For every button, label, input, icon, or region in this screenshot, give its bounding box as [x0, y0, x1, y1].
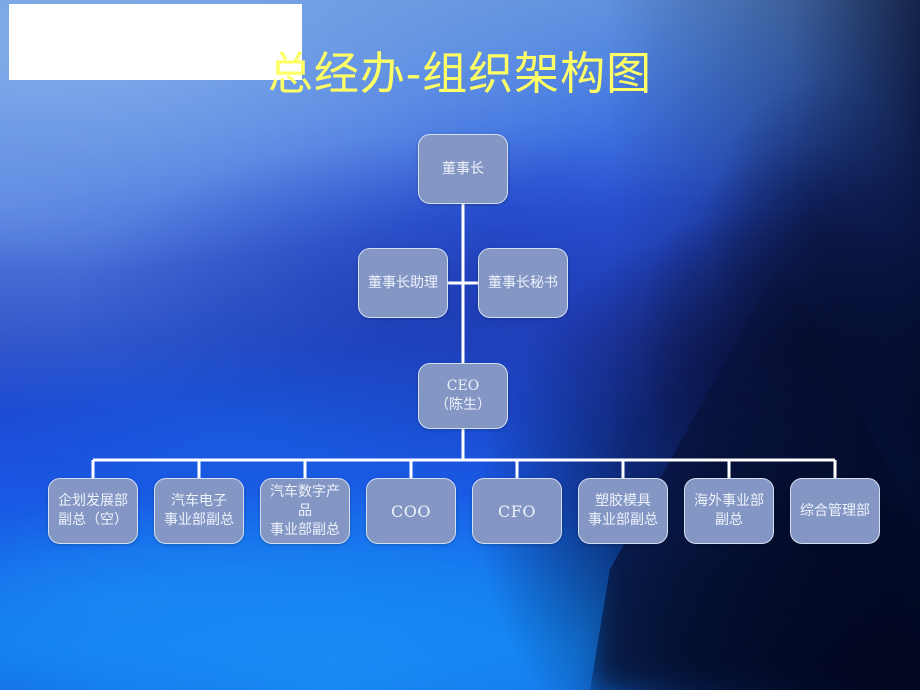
org-node-plastic-mold[interactable]: 塑胶模具 事业部副总: [578, 478, 668, 544]
org-node-overseas[interactable]: 海外事业部 副总: [684, 478, 774, 544]
org-node-label: COO: [391, 501, 431, 521]
org-node-auto-elec[interactable]: 汽车电子 事业部副总: [154, 478, 244, 544]
connector-lines: [91, 204, 837, 478]
org-node-label: 董事长秘书: [488, 274, 558, 291]
org-node-label: 汽车电子 事业部副总: [164, 493, 234, 528]
org-node-auto-digital[interactable]: 汽车数字产品 事业部副总: [260, 478, 350, 544]
org-node-chairman[interactable]: 董事长: [418, 134, 508, 204]
org-node-chair-sec[interactable]: 董事长秘书: [478, 248, 568, 318]
org-node-label: 企划发展部 副总（空）: [58, 493, 128, 528]
org-node-label: 董事长: [442, 160, 484, 177]
org-node-label: 海外事业部 副总: [694, 493, 764, 528]
org-node-cfo[interactable]: CFO: [472, 478, 562, 544]
slide-canvas: 总经办-组织架构图 董事长 董事长助理 董事长秘书 CEO （陈生） 企划发展部 副总（空）…: [0, 0, 920, 690]
org-node-label: 董事长助理: [368, 274, 438, 291]
organization-chart: 董事长董事长助理 董事长秘书 CEO （陈生） 企划发展部 副总（空） 汽车电子 事业部副总 汽…: [0, 0, 920, 690]
org-node-label: CEO （陈生）: [435, 378, 491, 413]
org-node-ceo[interactable]: CEO （陈生）: [418, 363, 508, 429]
org-node-label: 塑胶模具 事业部副总: [588, 493, 658, 528]
org-node-coo[interactable]: COO: [366, 478, 456, 544]
org-node-general-mgmt[interactable]: 综合管理部: [790, 478, 880, 544]
org-node-plan-dev[interactable]: 企划发展部 副总（空）: [48, 478, 138, 544]
org-node-label: CFO: [498, 501, 536, 521]
org-node-chair-asst[interactable]: 董事长助理: [358, 248, 448, 318]
org-node-label: 汽车数字产品 事业部副总: [270, 483, 340, 538]
org-node-label: 综合管理部: [800, 502, 870, 519]
